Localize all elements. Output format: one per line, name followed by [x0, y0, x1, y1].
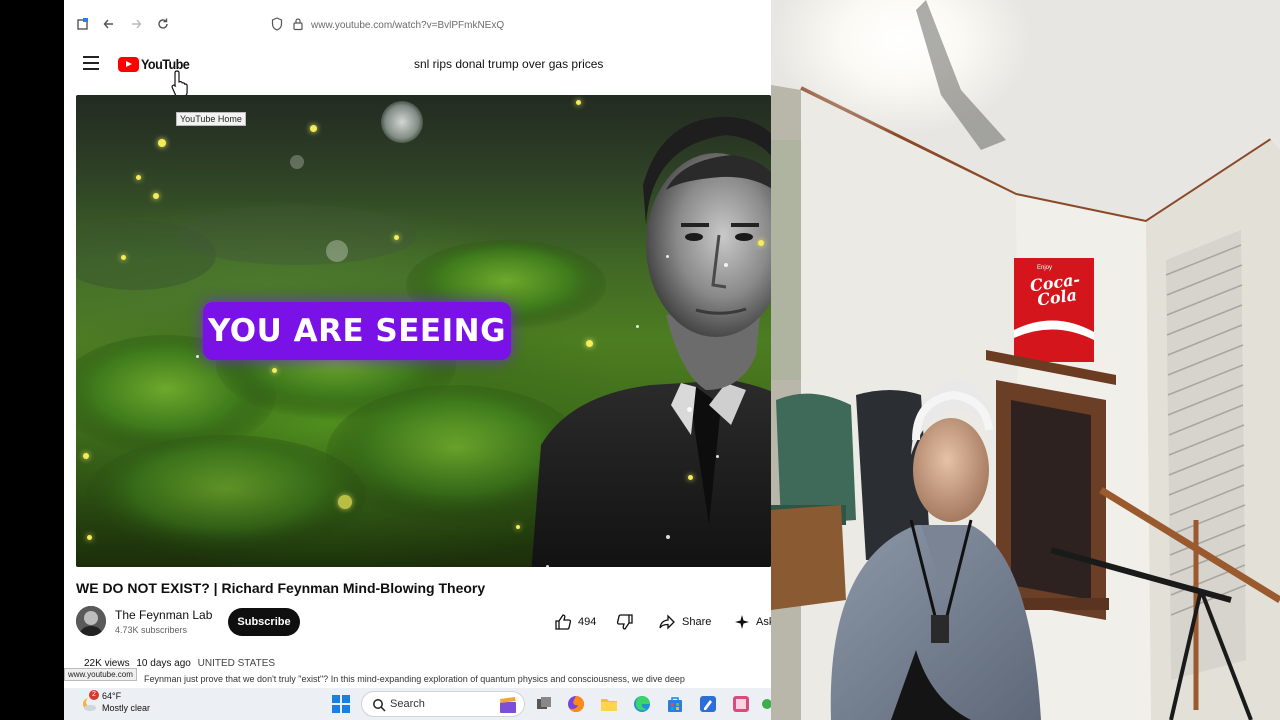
- address-bar: www.youtube.com/watch?v=BvlPFmkNExQ: [64, 0, 771, 52]
- video-overlay-text: YOU ARE SEEING: [207, 313, 507, 349]
- bokeh: [687, 407, 692, 412]
- bokeh: [724, 263, 728, 267]
- firefly: [272, 368, 277, 373]
- firefly: [136, 175, 141, 180]
- channel-subscriber-count: 4.73K subscribers: [115, 625, 188, 635]
- channel-name[interactable]: The Feynman Lab: [115, 608, 212, 622]
- tooltip: YouTube Home: [176, 112, 246, 126]
- firefly: [758, 240, 764, 246]
- ask-label: Ask: [756, 616, 771, 628]
- firefox-icon[interactable]: [566, 694, 586, 714]
- clapperboard-icon: [500, 697, 516, 713]
- firefly: [153, 193, 159, 199]
- sign-enjoy-text: Enjoy: [1037, 265, 1053, 271]
- weather-temperature[interactable]: 64°F: [102, 691, 121, 701]
- ask-button[interactable]: Ask: [734, 612, 771, 632]
- like-count: 494: [578, 616, 597, 628]
- bokeh: [196, 355, 199, 358]
- sparkle-icon: [735, 615, 749, 629]
- firefly: [310, 125, 317, 132]
- windows-taskbar: 2 64°F Mostly clear Search: [64, 688, 772, 720]
- video-player[interactable]: YOU ARE SEEING: [76, 95, 771, 567]
- bokeh: [666, 535, 670, 539]
- upload-age: 10 days ago: [136, 658, 191, 669]
- weather-description[interactable]: Mostly clear: [102, 703, 150, 713]
- store-icon[interactable]: [665, 694, 685, 714]
- firefly: [394, 235, 399, 240]
- game-app-icon[interactable]: [731, 694, 751, 714]
- youtube-header: YouTube snl rips donal trump over gas pr…: [64, 50, 771, 99]
- bokeh: [636, 325, 639, 328]
- status-bar-url: www.youtube.com: [64, 668, 137, 681]
- bokeh: [290, 155, 304, 169]
- browser-window: www.youtube.com/watch?v=BvlPFmkNExQ YouT…: [64, 0, 771, 688]
- reload-icon[interactable]: [154, 17, 172, 35]
- channel-avatar[interactable]: [76, 606, 106, 636]
- light-orb: [381, 101, 423, 143]
- menu-icon[interactable]: [83, 56, 99, 70]
- edge-icon[interactable]: [632, 694, 652, 714]
- share-label: Share: [682, 616, 712, 628]
- forward-icon[interactable]: [127, 17, 145, 35]
- firefly: [121, 255, 126, 260]
- firefly: [576, 100, 581, 105]
- start-button[interactable]: [332, 695, 350, 713]
- thumbs-up-icon: [555, 614, 572, 630]
- thumbs-down-icon: [616, 614, 633, 630]
- webcam-feed: Enjoy Coca-Cola: [771, 0, 1280, 720]
- feynman-portrait: [531, 116, 771, 567]
- youtube-play-icon: [118, 56, 139, 72]
- firefly: [83, 453, 89, 459]
- tab-actions-icon[interactable]: [74, 17, 92, 35]
- share-button[interactable]: Share: [658, 612, 711, 632]
- taskbar-search[interactable]: Search: [361, 691, 525, 717]
- editor-app-icon[interactable]: [698, 694, 718, 714]
- video-overlay-banner: YOU ARE SEEING: [203, 302, 511, 360]
- bokeh: [716, 455, 719, 458]
- firefly: [338, 495, 352, 509]
- country-label: UNITED STATES: [197, 658, 276, 669]
- video-title: WE DO NOT EXIST? | Richard Feynman Mind-…: [76, 580, 486, 596]
- dislike-button[interactable]: [616, 612, 634, 632]
- subscribe-button[interactable]: Subscribe: [228, 608, 300, 636]
- file-explorer-icon[interactable]: [599, 694, 619, 714]
- bokeh: [326, 240, 348, 262]
- taskbar-search-label: Search: [390, 698, 425, 710]
- task-view-icon[interactable]: [534, 694, 554, 714]
- lock-icon[interactable]: [289, 17, 307, 35]
- weather-alert-badge: 2: [89, 690, 99, 700]
- firefly: [516, 525, 520, 529]
- bokeh: [546, 565, 549, 567]
- search-input[interactable]: snl rips donal trump over gas prices: [414, 57, 603, 71]
- video-description[interactable]: Feynman just prove that we don't truly "…: [144, 674, 771, 684]
- webcam-room-scene: [771, 0, 1280, 720]
- firefly: [158, 139, 166, 147]
- back-icon[interactable]: [100, 17, 118, 35]
- like-button[interactable]: 494: [554, 612, 596, 632]
- firefly: [688, 475, 693, 480]
- share-icon: [659, 614, 675, 630]
- firefly: [87, 535, 92, 540]
- url-field[interactable]: www.youtube.com/watch?v=BvlPFmkNExQ: [311, 20, 504, 31]
- search-icon: [373, 699, 386, 712]
- bokeh: [666, 255, 669, 258]
- tracking-shield-icon[interactable]: [268, 17, 286, 35]
- firefly: [586, 340, 593, 347]
